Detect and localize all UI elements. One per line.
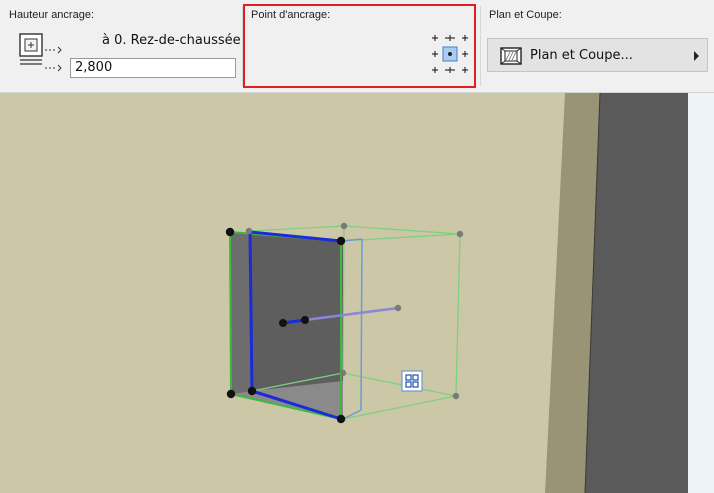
pet-palette-icon[interactable] [401,370,423,392]
box-dark-face [250,232,343,391]
info-box-toolbar: Hauteur ancrage: à 0. Rez-de-chaussée 2,… [0,0,714,93]
anchor-point-highlight [243,4,476,88]
plan-section-button[interactable]: Plan et Coupe... [487,38,708,72]
anchor-story-text[interactable]: à 0. Rez-de-chaussée [102,33,241,48]
anchor-height-icon[interactable] [18,32,68,78]
3d-viewport[interactable] [0,93,714,493]
anchor-height-group: Hauteur ancrage: à 0. Rez-de-chaussée 2,… [0,0,242,92]
plan-section-icon [500,47,522,65]
window-light [688,93,714,493]
plan-section-label: Plan et Coupe: [489,9,562,21]
plan-section-group: Plan et Coupe: Plan et Coupe... [480,0,714,92]
chevron-right-icon [694,51,699,61]
anchor-height-input[interactable]: 2,800 [70,58,236,78]
anchor-height-label: Hauteur ancrage: [9,9,94,21]
plan-section-button-label: Plan et Coupe... [530,48,633,63]
dark-column [585,93,690,493]
